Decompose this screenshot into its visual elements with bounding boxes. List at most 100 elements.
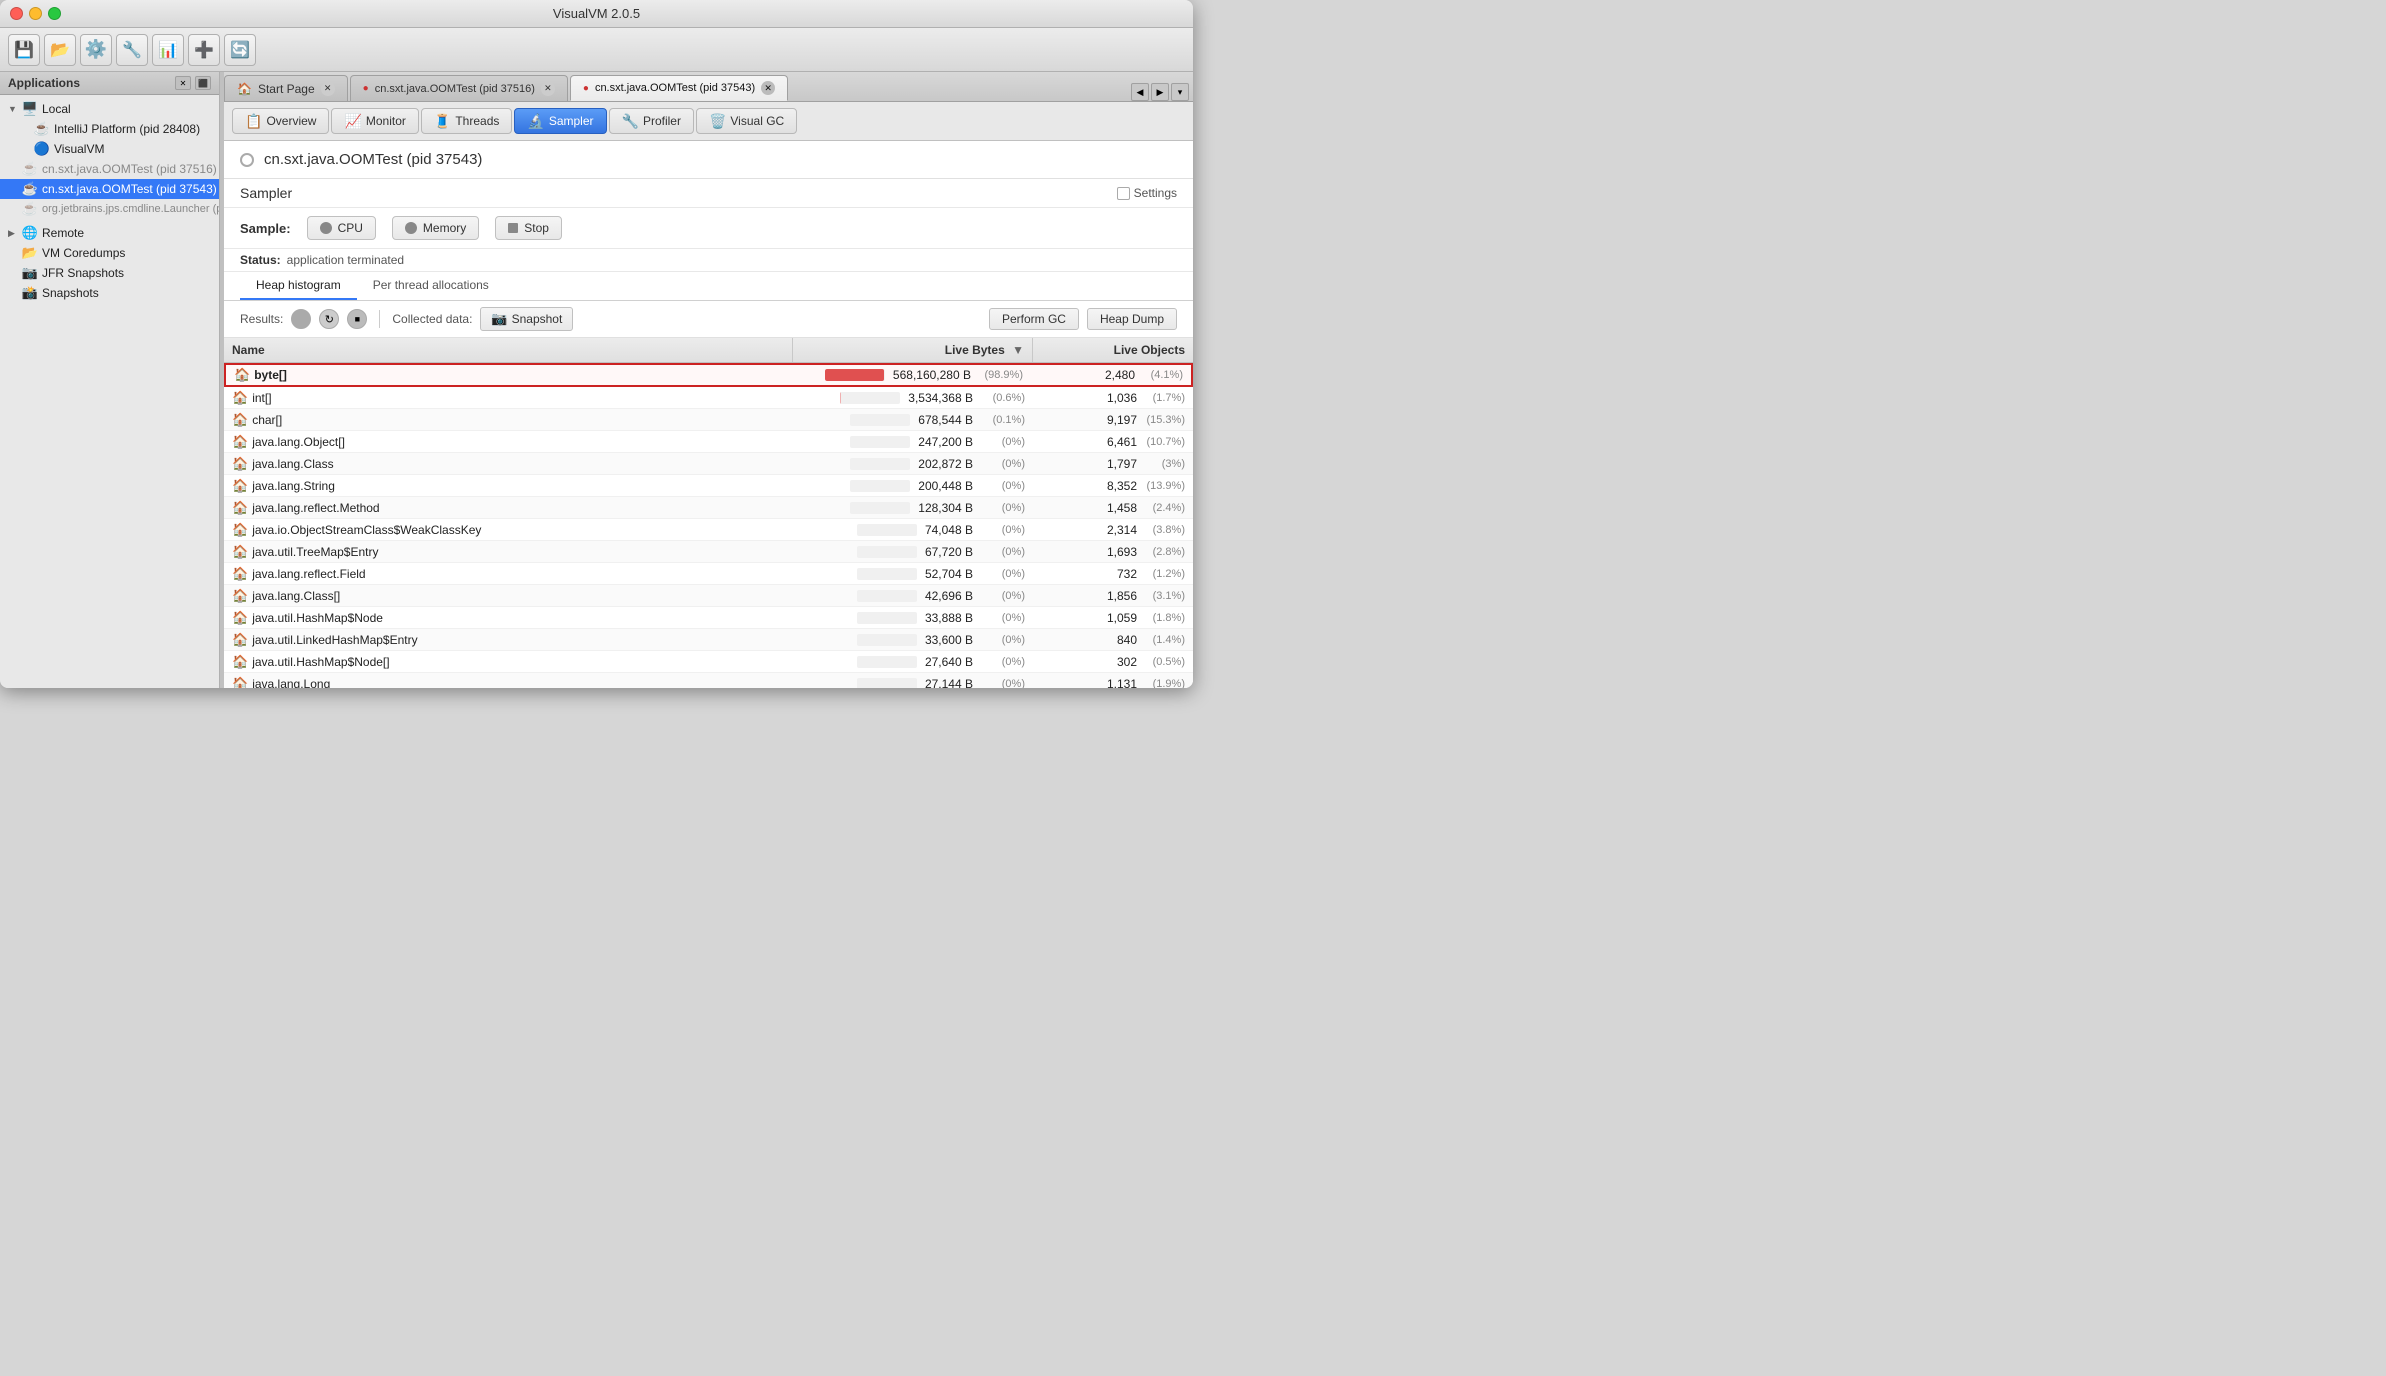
sub-tab-overview[interactable]: 📋 Overview	[232, 108, 329, 134]
sidebar-item-visualvm[interactable]: 🔵 VisualVM	[0, 139, 219, 159]
toolbar-btn-add[interactable]: ➕	[188, 34, 220, 66]
maximize-button[interactable]	[48, 7, 61, 20]
settings-checkbox[interactable]	[1117, 187, 1130, 200]
table-row[interactable]: 🏠 java.lang.reflect.Method 128,304 B (0%…	[224, 497, 1193, 519]
sidebar-item-local[interactable]: ▼ 🖥️ Local	[0, 99, 219, 119]
live-objects-pct-6: (2.4%)	[1141, 502, 1185, 514]
sub-tab-profiler[interactable]: 🔧 Profiler	[609, 108, 694, 134]
td-name-7: 🏠 java.io.ObjectStreamClass$WeakClassKey	[224, 520, 793, 540]
table-row[interactable]: 🏠 java.util.HashMap$Node[] 27,640 B (0%)…	[224, 651, 1193, 673]
th-live-bytes[interactable]: Live Bytes ▼	[793, 338, 1033, 362]
sub-tab-sampler[interactable]: 🔬 Sampler	[514, 108, 606, 134]
results-circle-btn1[interactable]	[291, 309, 311, 329]
table-row[interactable]: 🏠 java.lang.Class 202,872 B (0%) 1,797 (…	[224, 453, 1193, 475]
td-name-5: 🏠 java.lang.String	[224, 476, 793, 496]
th-name[interactable]: Name	[224, 338, 793, 362]
minimize-button[interactable]	[29, 7, 42, 20]
table-row[interactable]: 🏠 java.lang.Class[] 42,696 B (0%) 1,856 …	[224, 585, 1193, 607]
sidebar-item-intellij[interactable]: ☕ IntelliJ Platform (pid 28408)	[0, 119, 219, 139]
tab-per-thread-label: Per thread allocations	[373, 278, 489, 292]
td-livebytes-11: 33,888 B (0%)	[793, 609, 1033, 627]
td-livebytes-3: 247,200 B (0%)	[793, 433, 1033, 451]
table-row[interactable]: 🏠 java.lang.reflect.Field 52,704 B (0%) …	[224, 563, 1193, 585]
class-icon-14: 🏠	[232, 676, 248, 689]
oomtest1-icon: ☕	[22, 161, 38, 177]
toolbar-btn-refresh[interactable]: 🔄	[224, 34, 256, 66]
bytes-bar-container-14	[857, 678, 917, 689]
td-name-14: 🏠 java.lang.Long	[224, 674, 793, 689]
sidebar-item-oomtest2[interactable]: ☕ cn.sxt.java.OOMTest (pid 37543)	[0, 179, 219, 199]
table-row[interactable]: 🏠 java.util.LinkedHashMap$Entry 33,600 B…	[224, 629, 1193, 651]
sub-tab-threads[interactable]: 🧵 Threads	[421, 108, 512, 134]
table-row[interactable]: 🏠 java.lang.Object[] 247,200 B (0%) 6,46…	[224, 431, 1193, 453]
tab-prev-button[interactable]: ◀	[1131, 83, 1149, 101]
sidebar-item-label-remote: Remote	[42, 226, 84, 240]
stop-sample-button[interactable]: Stop	[495, 216, 562, 240]
table-row[interactable]: 🏠 java.io.ObjectStreamClass$WeakClassKey…	[224, 519, 1193, 541]
live-bytes-value-2: 678,544 B	[918, 413, 973, 427]
td-liveobjects-0: 2,480 (4.1%)	[1031, 366, 1191, 384]
live-bytes-value-11: 33,888 B	[925, 611, 973, 625]
sub-tab-monitor[interactable]: 📈 Monitor	[331, 108, 418, 134]
toolbar-btn-open[interactable]: 📂	[44, 34, 76, 66]
tab-heap-histogram[interactable]: Heap histogram	[240, 272, 357, 300]
table-row[interactable]: 🏠 byte[] 568,160,280 B (98.9%) 2,480	[224, 363, 1193, 387]
bytes-bar-container-13	[857, 656, 917, 668]
tab-start-page-close[interactable]: ✕	[321, 82, 335, 96]
toolbar-btn-settings[interactable]: ⚙️	[80, 34, 112, 66]
results-stop-btn[interactable]: ■	[347, 309, 367, 329]
heap-dump-button[interactable]: Heap Dump	[1087, 308, 1177, 330]
window: VisualVM 2.0.5 💾 📂 ⚙️ 🔧 📊 ➕ 🔄 Applicatio…	[0, 0, 1193, 688]
sidebar-pin-button[interactable]: ✕	[175, 76, 191, 90]
tab-menu-button[interactable]: ▾	[1171, 83, 1189, 101]
tab-next-button[interactable]: ▶	[1151, 83, 1169, 101]
perform-gc-button[interactable]: Perform GC	[989, 308, 1079, 330]
tab-per-thread[interactable]: Per thread allocations	[357, 272, 505, 300]
snapshot-button[interactable]: 📷 Snapshot	[480, 307, 573, 331]
tab-oom1-close[interactable]: ✕	[541, 82, 555, 96]
sidebar-menu-button[interactable]: ⬛	[195, 76, 211, 90]
sidebar-item-snapshots[interactable]: 📸 Snapshots	[0, 283, 219, 303]
row-name-12: java.util.LinkedHashMap$Entry	[252, 633, 417, 647]
status-bar: Status: application terminated	[224, 249, 1193, 272]
toolbar-btn-save[interactable]: 💾	[8, 34, 40, 66]
table-row[interactable]: 🏠 char[] 678,544 B (0.1%) 9,197 (15.3%)	[224, 409, 1193, 431]
live-objects-pct-11: (1.8%)	[1141, 612, 1185, 624]
live-objects-pct-12: (1.4%)	[1141, 634, 1185, 646]
results-refresh-btn[interactable]: ↻	[319, 309, 339, 329]
tab-oom1[interactable]: ● cn.sxt.java.OOMTest (pid 37516) ✕	[350, 75, 568, 101]
table-header: Name Live Bytes ▼ Live Objects	[224, 338, 1193, 363]
sidebar-item-remote[interactable]: ▶ 🌐 Remote	[0, 223, 219, 243]
memory-sample-button[interactable]: Memory	[392, 216, 479, 240]
tab-start-page-label: Start Page	[258, 82, 315, 96]
table-row[interactable]: 🏠 java.util.HashMap$Node 33,888 B (0%) 1…	[224, 607, 1193, 629]
toolbar-btn-tools[interactable]: 🔧	[116, 34, 148, 66]
toolbar-btn-chart[interactable]: 📊	[152, 34, 184, 66]
tab-oom2-label: cn.sxt.java.OOMTest (pid 37543)	[595, 82, 755, 94]
th-live-objects[interactable]: Live Objects	[1033, 338, 1193, 362]
close-button[interactable]	[10, 7, 23, 20]
sidebar-item-jfr-snapshots[interactable]: 📷 JFR Snapshots	[0, 263, 219, 283]
stop-label: Stop	[524, 221, 549, 235]
cpu-sample-button[interactable]: CPU	[307, 216, 376, 240]
results-separator	[379, 310, 380, 328]
sidebar: Applications ✕ ⬛ ▼ 🖥️ Local ☕ IntelliJ P…	[0, 72, 220, 688]
oomtest2-icon: ☕	[22, 181, 38, 197]
sub-tab-visual-gc[interactable]: 🗑️ Visual GC	[696, 108, 797, 134]
sidebar-item-launcher[interactable]: ☕ org.jetbrains.jps.cmdline.Launcher (pi…	[0, 199, 219, 219]
sidebar-item-label-oomtest1: cn.sxt.java.OOMTest (pid 37516)	[42, 162, 217, 176]
tab-oom2-close[interactable]: ✕	[761, 81, 775, 95]
table-row[interactable]: 🏠 int[] 3,534,368 B (0.6%) 1,036	[224, 387, 1193, 409]
row-name-7: java.io.ObjectStreamClass$WeakClassKey	[252, 523, 481, 537]
sidebar-item-vm-coredumps[interactable]: 📂 VM Coredumps	[0, 243, 219, 263]
tab-start-page[interactable]: 🏠 Start Page ✕	[224, 75, 348, 101]
table-row[interactable]: 🏠 java.util.TreeMap$Entry 67,720 B (0%) …	[224, 541, 1193, 563]
row-name-2: char[]	[252, 413, 282, 427]
settings-button[interactable]: Settings	[1117, 186, 1177, 200]
tab-oom2[interactable]: ● cn.sxt.java.OOMTest (pid 37543) ✕	[570, 75, 788, 101]
table-row[interactable]: 🏠 java.lang.Long 27,144 B (0%) 1,131 (1.…	[224, 673, 1193, 688]
settings-label: Settings	[1134, 186, 1177, 200]
sidebar-item-oomtest1[interactable]: ☕ cn.sxt.java.OOMTest (pid 37516)	[0, 159, 219, 179]
live-objects-value-12: 840	[1117, 633, 1137, 647]
table-row[interactable]: 🏠 java.lang.String 200,448 B (0%) 8,352 …	[224, 475, 1193, 497]
